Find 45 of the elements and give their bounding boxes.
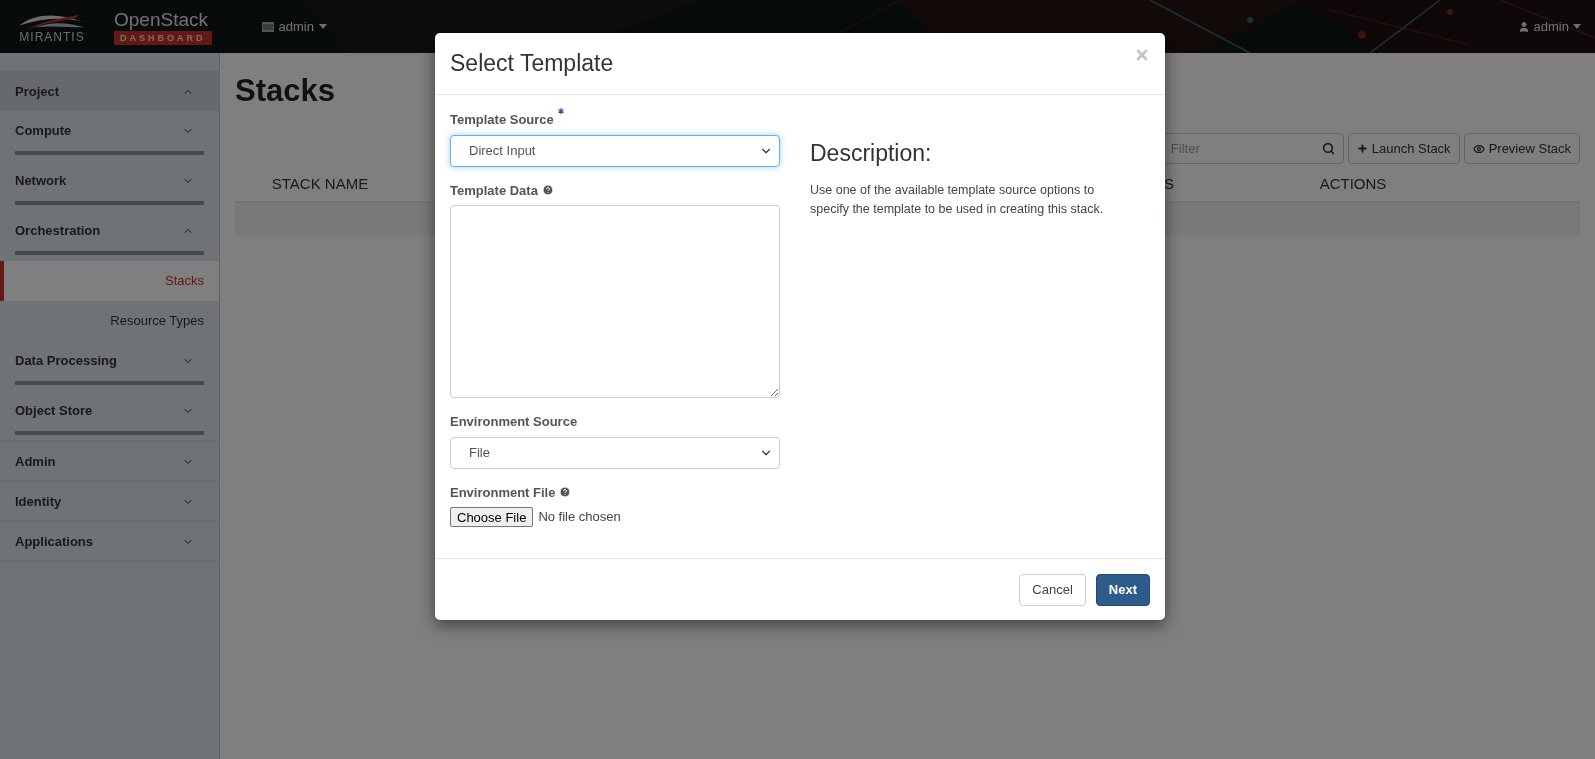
select-field[interactable]: File xyxy=(450,436,780,469)
field-label: Environment Source xyxy=(450,413,578,431)
select-field[interactable]: Direct Input xyxy=(450,134,780,167)
sidebar-item[interactable]: Stacks xyxy=(0,261,219,301)
product-wordmark: OpenStack xyxy=(114,8,209,31)
description-text: Use one of the available template source options to specify the template to be used in creating this stack. xyxy=(810,181,1105,218)
field-label: Template Source xyxy=(450,111,554,129)
next-button[interactable]: Next xyxy=(1095,573,1150,606)
project-menu[interactable]: admin xyxy=(261,16,327,37)
sidebar-section[interactable]: Object Store xyxy=(0,391,219,431)
toolbar-button[interactable]: Launch Stack xyxy=(1347,133,1460,164)
table-icon xyxy=(261,21,274,32)
column-header: ACTIONS xyxy=(1318,174,1388,195)
sidebar-section[interactable]: Network xyxy=(0,161,219,201)
template-data-field[interactable] xyxy=(450,205,780,398)
cancel-button[interactable]: Cancel xyxy=(1019,573,1086,606)
close-icon xyxy=(1134,47,1150,63)
caret-icon xyxy=(318,24,327,29)
field-label: Template Data xyxy=(450,181,538,200)
file-status: No file chosen xyxy=(538,508,621,527)
help-icon[interactable] xyxy=(541,184,554,197)
sidebar-section[interactable]: Data Processing xyxy=(0,341,219,381)
sidebar-item[interactable]: Resource Types xyxy=(0,301,219,341)
eye-icon xyxy=(1472,142,1485,155)
modal-title: Select Template xyxy=(450,49,614,79)
field-label: Environment File xyxy=(450,483,556,502)
sidebar-section[interactable]: Compute xyxy=(0,111,219,151)
caret-icon xyxy=(1573,24,1581,29)
sidebar-section[interactable]: Identity xyxy=(0,482,219,521)
toolbar-button[interactable]: Preview Stack xyxy=(1463,133,1580,164)
column-header: STACK NAME xyxy=(270,174,370,195)
sidebar-section[interactable]: Orchestration xyxy=(0,211,219,251)
column-header: S xyxy=(1164,174,1174,195)
description-heading: Description: xyxy=(810,139,933,168)
sidebar-section[interactable]: Applications xyxy=(0,522,219,561)
choose-file-button[interactable]: Choose File xyxy=(450,507,534,527)
page-title: Stacks xyxy=(235,72,336,110)
help-icon[interactable] xyxy=(559,486,572,499)
plus-icon xyxy=(1356,143,1368,154)
user-icon xyxy=(1517,20,1530,33)
search-icon xyxy=(1321,142,1335,155)
sidebar-section[interactable]: Admin xyxy=(0,442,219,481)
sidebar-section[interactable]: Project xyxy=(0,72,219,111)
company-wordmark: MIRANTIS xyxy=(19,30,85,43)
user-menu[interactable]: admin xyxy=(1517,16,1581,37)
